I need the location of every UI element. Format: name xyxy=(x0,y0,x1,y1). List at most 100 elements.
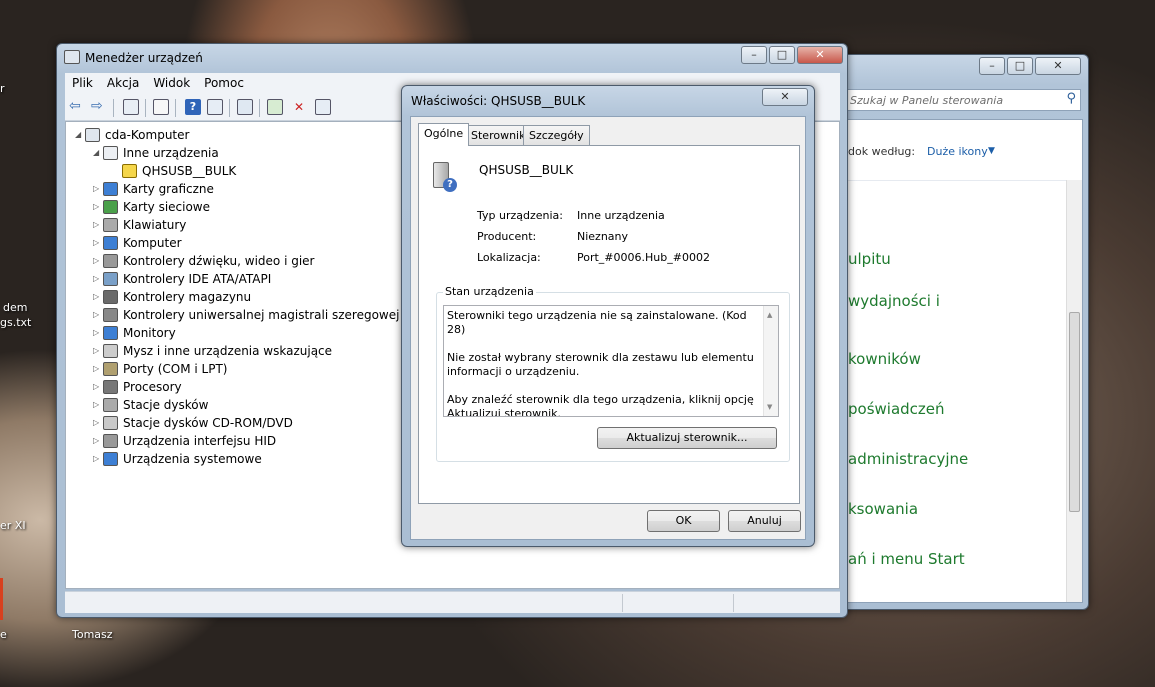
desktop-label-tomasz[interactable]: Tomasz xyxy=(72,628,113,641)
disable-device-icon[interactable] xyxy=(315,99,331,115)
category-icon xyxy=(103,380,118,394)
scrollbar[interactable]: ▲ ▼ xyxy=(763,306,778,416)
expand-arrow-icon[interactable]: ▷ xyxy=(93,270,101,288)
tree-label: Mysz i inne urządzenia wskazujące xyxy=(123,344,333,358)
minimize-button[interactable]: – xyxy=(979,57,1005,75)
tree-label: Karty graficzne xyxy=(123,182,214,196)
category-icon xyxy=(103,200,118,214)
chevron-down-icon[interactable]: ▼ xyxy=(988,146,995,156)
desktop-label: gs.txt xyxy=(0,316,32,329)
tree-view-icon[interactable] xyxy=(123,99,139,115)
control-panel-window[interactable]: – □ ✕ Szukaj w Panelu sterowania ⚲ dok w… xyxy=(820,54,1089,610)
maximize-button[interactable]: □ xyxy=(1007,57,1033,75)
category-icon xyxy=(103,416,118,430)
cp-item[interactable]: ulpitu xyxy=(848,250,891,268)
expand-arrow-icon[interactable]: ▷ xyxy=(93,198,101,216)
cp-item[interactable]: administracyjne xyxy=(848,450,968,468)
tab-general[interactable]: Ogólne xyxy=(418,123,470,146)
menu-widok[interactable]: Widok xyxy=(146,73,197,93)
expand-arrow-icon[interactable]: ▷ xyxy=(93,432,101,450)
expand-arrow-icon[interactable]: ▷ xyxy=(93,180,101,198)
tab-details[interactable]: Szczegóły xyxy=(523,125,590,145)
tree-label: Kontrolery magazynu xyxy=(123,290,252,304)
toolbar-separator xyxy=(229,99,230,117)
back-icon[interactable]: ⇦ xyxy=(69,99,85,115)
minimize-button[interactable]: – xyxy=(741,46,767,64)
expand-arrow-icon[interactable]: ◢ xyxy=(75,126,83,144)
menu-akcja[interactable]: Akcja xyxy=(100,73,146,93)
view-by-label: dok według: xyxy=(848,145,916,158)
expand-arrow-icon[interactable]: ▷ xyxy=(93,360,101,378)
cp-item[interactable]: kowników xyxy=(848,350,921,368)
category-icon xyxy=(103,218,118,232)
maximize-button[interactable]: □ xyxy=(769,46,795,64)
expand-arrow-icon[interactable]: ▷ xyxy=(93,252,101,270)
update-driver-icon[interactable] xyxy=(267,99,283,115)
expand-arrow-icon[interactable]: ▷ xyxy=(93,216,101,234)
device-status-text[interactable]: Sterowniki tego urządzenia nie są zainst… xyxy=(443,305,779,417)
category-icon xyxy=(103,290,118,304)
desktop-icon[interactable] xyxy=(0,578,3,620)
cp-item[interactable]: ksowania xyxy=(848,500,918,518)
tree-label: Stacje dysków CD-ROM/DVD xyxy=(123,416,293,430)
properties-dialog[interactable]: Właściwości: QHSUSB__BULK ✕ Ogólne Stero… xyxy=(401,85,815,547)
divider xyxy=(848,180,1068,181)
scrollbar-thumb[interactable] xyxy=(1069,312,1080,512)
device-type-value: Inne urządzenia xyxy=(577,209,665,222)
expand-arrow-icon[interactable]: ▷ xyxy=(93,234,101,252)
question-icon: ? xyxy=(443,178,457,192)
expand-arrow-icon[interactable]: ▷ xyxy=(93,414,101,432)
scan-hardware-icon[interactable] xyxy=(237,99,253,115)
tree-label: Urządzenia interfejsu HID xyxy=(123,434,277,448)
search-icon[interactable]: ⚲ xyxy=(1066,91,1076,106)
expand-arrow-icon[interactable]: ▷ xyxy=(93,450,101,468)
dialog-panel: Ogólne Sterownik Szczegóły ? QHSUSB__BUL… xyxy=(410,116,806,540)
unknown-device-icon xyxy=(103,146,118,160)
device-type-label: Typ urządzenia: xyxy=(477,209,564,222)
tab-content-general: ? QHSUSB__BULK Typ urządzenia: Inne urzą… xyxy=(418,145,800,504)
cancel-button[interactable]: Anuluj xyxy=(728,510,801,532)
ok-button[interactable]: OK xyxy=(647,510,720,532)
cp-item[interactable]: poświadczeń xyxy=(848,400,945,418)
tab-driver[interactable]: Sterownik xyxy=(465,125,532,145)
status-separator xyxy=(622,594,623,612)
close-button[interactable]: ✕ xyxy=(797,46,843,64)
view-by-dropdown[interactable]: Duże ikony xyxy=(927,145,988,158)
tree-label: Urządzenia systemowe xyxy=(123,452,262,466)
computer-icon xyxy=(85,128,100,142)
group-caption: Stan urządzenia xyxy=(443,285,536,298)
expand-arrow-icon[interactable]: ▷ xyxy=(93,324,101,342)
tree-label: QHSUSB__BULK xyxy=(142,164,237,178)
scroll-up-icon[interactable]: ▲ xyxy=(767,308,772,322)
category-icon xyxy=(103,182,118,196)
device-name: QHSUSB__BULK xyxy=(479,163,574,177)
help-icon[interactable]: ? xyxy=(185,99,201,115)
close-button[interactable]: ✕ xyxy=(762,88,808,106)
search-input[interactable]: Szukaj w Panelu sterowania ⚲ xyxy=(847,89,1081,111)
forward-icon[interactable]: ⇨ xyxy=(91,99,107,115)
scrollbar[interactable] xyxy=(1066,180,1082,602)
expand-arrow-icon[interactable]: ▷ xyxy=(93,342,101,360)
properties-icon[interactable] xyxy=(153,99,169,115)
action-icon[interactable] xyxy=(207,99,223,115)
scroll-down-icon[interactable]: ▼ xyxy=(767,400,772,414)
uninstall-icon[interactable]: ✕ xyxy=(291,99,307,115)
toolbar-separator xyxy=(175,99,176,117)
expand-arrow-icon[interactable]: ▷ xyxy=(93,378,101,396)
tree-label: Monitory xyxy=(123,326,176,340)
search-placeholder: Szukaj w Panelu sterowania xyxy=(850,94,1004,107)
menu-pomoc[interactable]: Pomoc xyxy=(197,73,251,93)
update-driver-button[interactable]: Aktualizuj sterownik... xyxy=(597,427,777,449)
expand-arrow-icon[interactable]: ◢ xyxy=(93,144,101,162)
close-button[interactable]: ✕ xyxy=(1035,57,1081,75)
menu-plik[interactable]: Plik xyxy=(65,73,100,93)
expand-arrow-icon[interactable]: ▷ xyxy=(93,306,101,324)
expand-arrow-icon[interactable]: ▷ xyxy=(93,396,101,414)
expand-arrow-icon[interactable]: ▷ xyxy=(93,288,101,306)
cp-item[interactable]: wydajności i xyxy=(848,292,940,310)
status-bar xyxy=(65,591,840,613)
cp-item[interactable]: ań i menu Start xyxy=(848,550,965,568)
manufacturer-value: Nieznany xyxy=(577,230,629,243)
desktop-label: r xyxy=(0,82,5,95)
status-line: Sterowniki tego urządzenia nie są zainst… xyxy=(447,309,747,336)
